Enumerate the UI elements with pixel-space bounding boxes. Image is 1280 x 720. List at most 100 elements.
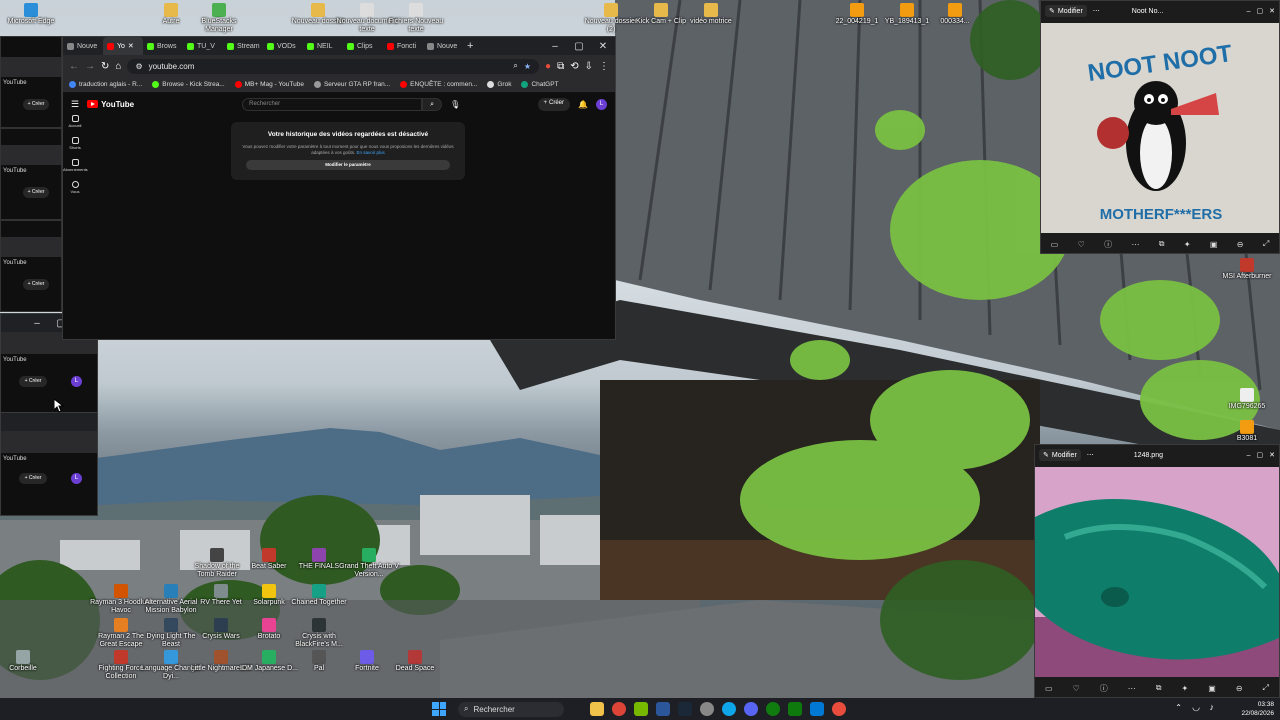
download-icon[interactable]: ⇩	[585, 61, 593, 72]
sidebar-item-subscriptions[interactable]: Abonnements	[63, 159, 88, 172]
chevron-up-icon[interactable]: ⌃	[1175, 703, 1182, 712]
fullscreen-icon[interactable]: ⤢	[1263, 683, 1269, 693]
desktop-icon[interactable]: MSI Afterburner	[1216, 258, 1278, 281]
more-icon[interactable]: ⋯	[1128, 684, 1136, 693]
zoom-out-icon[interactable]: ⊖	[1237, 240, 1244, 249]
browser-tab[interactable]: TU_V	[183, 37, 223, 55]
desktop-icon[interactable]: Microsoft Edge	[0, 3, 62, 26]
zoom-icon[interactable]: ⌕	[513, 61, 517, 71]
file-explorer-icon[interactable]	[590, 702, 604, 716]
slideshow-icon[interactable]: ▣	[1210, 240, 1218, 249]
xbox-icon[interactable]	[766, 702, 780, 716]
filmstrip-icon[interactable]: ▭	[1051, 240, 1059, 249]
forward-icon[interactable]: →	[85, 61, 95, 72]
more-icon[interactable]: ⋯	[1131, 240, 1139, 249]
favorite-icon[interactable]: ♡	[1073, 684, 1080, 693]
close-button[interactable]: ✕	[1269, 7, 1275, 15]
bookmark-item[interactable]: Browse - Kick Strea...	[152, 81, 225, 88]
youtube-logo[interactable]: YouTube	[87, 100, 134, 109]
tab-close-icon[interactable]: ✕	[128, 42, 134, 50]
minimize-button[interactable]: –	[25, 318, 49, 329]
minimize-button[interactable]: –	[1247, 8, 1251, 15]
browser-tab[interactable]: Clips	[343, 37, 383, 55]
nvidia-icon[interactable]	[634, 702, 648, 716]
address-bar[interactable]: ⚙ youtube.com ⌕ ★	[127, 58, 540, 74]
create-button[interactable]: + Créer	[23, 99, 49, 110]
desktop-icon[interactable]: BlueStacks Manager	[188, 3, 250, 34]
desktop-icon[interactable]: Corbeille	[0, 650, 54, 673]
avatar[interactable]: L	[71, 376, 82, 387]
browser-tab-active[interactable]: Yo ✕	[103, 37, 143, 55]
bookmark-item[interactable]: traduction aglais - R...	[69, 81, 142, 88]
enhance-icon[interactable]: ✦	[1184, 240, 1191, 249]
maximize-button[interactable]: ▢	[567, 41, 591, 52]
xbox-app-icon[interactable]	[788, 702, 802, 716]
edit-button[interactable]: ✎ Modifier	[1045, 5, 1087, 17]
sidebar-item-you[interactable]: Vous	[63, 181, 87, 194]
learn-more-link[interactable]: En savoir plus	[357, 150, 385, 155]
browser-window[interactable]: Nouve Yo ✕ Brows TU_V Stream VODs NEIL C…	[62, 36, 616, 340]
filmstrip-icon[interactable]: ▭	[1045, 684, 1053, 693]
close-button[interactable]: ✕	[1269, 451, 1275, 459]
browser-tab[interactable]: NEIL	[303, 37, 343, 55]
photo-viewer-window[interactable]: ✎ Modifier ⋯ 1248.png – ▢ ✕ ▭ ♡ ⓘ ⋯ ⧉ ✦ ▣…	[1034, 444, 1280, 698]
browser-tab[interactable]: Nouve	[63, 37, 103, 55]
slideshow-icon[interactable]: ▣	[1208, 684, 1216, 693]
bookmark-item[interactable]: ChatGPT	[521, 81, 559, 88]
more-icon[interactable]: ⋯	[1093, 7, 1100, 15]
minimize-button[interactable]: –	[543, 41, 567, 52]
crop-icon[interactable]: ⧉	[1156, 683, 1162, 693]
sidebar-item-shorts[interactable]: Shorts	[63, 137, 87, 150]
background-browser-window[interactable]: YouTube + Créer	[0, 128, 62, 220]
background-browser-window[interactable]: YouTube + Créer	[0, 36, 62, 128]
desktop-icon[interactable]: Fichiers Nouveau texte	[385, 3, 447, 34]
bookmark-item[interactable]: Serveur GTA RP fran...	[313, 81, 390, 88]
maximize-button[interactable]: ▢	[1257, 7, 1264, 15]
create-button[interactable]: + Créer	[23, 187, 49, 198]
microphone-icon[interactable]: 🎙	[450, 100, 460, 109]
desktop-icon[interactable]: vidéo motrice	[680, 3, 742, 26]
more-icon[interactable]: ⋯	[1087, 451, 1094, 459]
small-browser-window[interactable]: YouTube + Créer L	[0, 412, 98, 516]
start-button[interactable]	[432, 702, 446, 716]
fullscreen-icon[interactable]: ⤢	[1263, 239, 1269, 249]
favorite-icon[interactable]: ♡	[1078, 240, 1085, 249]
steam-icon[interactable]	[678, 702, 692, 716]
browser-tab[interactable]: VODs	[263, 37, 303, 55]
avatar[interactable]: L	[596, 98, 607, 110]
browser-tab[interactable]: Nouve	[423, 37, 463, 55]
bookmark-item[interactable]: MB+ Mag - YouTube	[234, 81, 304, 88]
edge-icon[interactable]	[722, 702, 736, 716]
zoom-out-icon[interactable]: ⊖	[1236, 684, 1243, 693]
create-button[interactable]: + Créer	[537, 97, 571, 111]
puzzle-icon[interactable]: ⧉	[557, 61, 564, 72]
new-tab-icon[interactable]: +	[467, 40, 473, 52]
maximize-button[interactable]: ▢	[1257, 451, 1264, 459]
create-button[interactable]: + Créer	[19, 376, 47, 387]
create-button[interactable]: + Créer	[23, 279, 49, 290]
photo-viewer-window[interactable]: ✎ Modifier ⋯ Noot No... – ▢ ✕ NOOT NOOT M…	[1040, 0, 1280, 254]
taskbar-search[interactable]: ⌕ Rechercher	[458, 701, 564, 717]
settings-icon[interactable]: ⋮	[599, 61, 609, 72]
desktop-icon[interactable]: Dead Space	[384, 650, 446, 673]
app-icon[interactable]	[832, 702, 846, 716]
history-icon[interactable]: ⟲	[570, 61, 578, 72]
desktop-icon[interactable]: Solarpunk	[238, 584, 300, 607]
sidebar-item-home[interactable]: Accueil	[63, 115, 87, 128]
notifications-bell-icon[interactable]: 🔔	[578, 100, 588, 109]
search-input[interactable]: Rechercher	[242, 97, 423, 111]
crop-icon[interactable]: ⧉	[1159, 239, 1165, 249]
browser-tab[interactable]: Foncti	[383, 37, 423, 55]
search-icon[interactable]: ⌕	[422, 97, 443, 111]
desktop-icon[interactable]: B3081	[1216, 420, 1278, 443]
minimize-button[interactable]: –	[1247, 452, 1251, 459]
chrome-icon[interactable]	[612, 702, 626, 716]
edit-button[interactable]: ✎ Modifier	[1039, 449, 1081, 461]
menu-icon[interactable]: ☰	[71, 99, 79, 110]
bookmark-item[interactable]: ENQUÊTE : commen...	[400, 81, 477, 88]
taskbar-clock[interactable]: 03:38 22/08/2026	[1241, 700, 1274, 718]
enhance-icon[interactable]: ✦	[1182, 684, 1189, 693]
close-button[interactable]: ✕	[591, 41, 615, 52]
browser-tab[interactable]: Stream	[223, 37, 263, 55]
volume-icon[interactable]: ♪	[1210, 702, 1215, 712]
